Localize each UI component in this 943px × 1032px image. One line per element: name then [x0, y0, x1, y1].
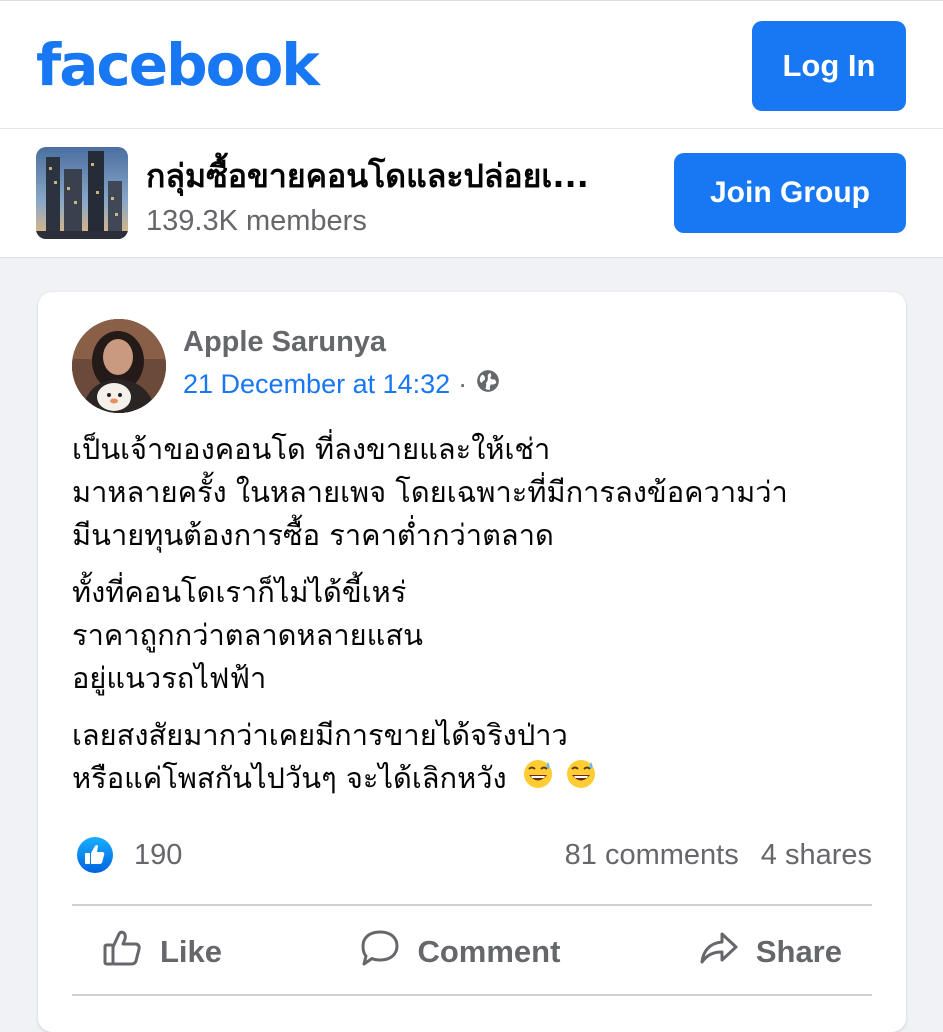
engagement-counts: 81 comments 4 shares [551, 839, 872, 872]
group-name[interactable]: กลุ่มซื้อขายคอนโดและปล่อยเ... [146, 151, 656, 202]
post-line: ราคาถูกกว่าตลาดหลายแสน [72, 618, 423, 652]
post-line: หรือแค่โพสกันไปวันๆ จะได้เลิกหวัง [72, 761, 507, 795]
speech-bubble-icon [359, 928, 417, 976]
author-avatar[interactable] [72, 319, 166, 413]
comment-button[interactable]: Comment [329, 920, 590, 984]
post-meta: 21 December at 14:32 · [183, 368, 501, 401]
post-paragraph: เป็นเจ้าของคอนโด ที่ลงขายและให้เช่า มาหล… [72, 428, 892, 557]
comment-count[interactable]: 81 comments [565, 839, 739, 871]
group-member-count: 139.3K members [146, 205, 367, 237]
share-label: Share [755, 934, 842, 969]
comment-label: Comment [417, 934, 561, 969]
post-line: มาหลายครั้ง ในหลายเพจ โดยเฉพาะที่มีการลง… [72, 475, 788, 509]
post-card: Apple Sarunya 21 December at 14:32 · เป็… [38, 292, 906, 1032]
post-author-name[interactable]: Apple Sarunya [183, 326, 386, 359]
grinning-sweat-emoji [522, 758, 554, 802]
group-header: กลุ่มซื้อขายคอนโดและปล่อยเ... 139.3K mem… [0, 128, 943, 258]
divider [72, 994, 872, 996]
reaction-count[interactable]: 190 [134, 839, 182, 872]
thumbs-up-icon [102, 928, 160, 976]
post-line: มีนายทุนต้องการซื้อ ราคาต่ำกว่าตลาด [72, 518, 554, 552]
join-group-button[interactable]: Join Group [674, 153, 906, 233]
post-line: เป็นเจ้าของคอนโด ที่ลงขายและให้เช่า [72, 432, 551, 466]
login-button[interactable]: Log In [752, 21, 906, 111]
post-stats: 190 81 comments 4 shares [72, 832, 872, 882]
share-arrow-icon [698, 928, 756, 976]
facebook-logo[interactable]: facebook [36, 31, 320, 99]
group-cover-image[interactable] [36, 147, 128, 239]
divider [72, 904, 872, 906]
like-button[interactable]: Like [72, 920, 252, 984]
grinning-sweat-emoji [565, 758, 597, 802]
meta-separator: · [458, 369, 468, 399]
post-line: ทั้งที่คอนโดเราก็ไม่ได้ขี้เหร่ [72, 575, 407, 609]
post-body: เป็นเจ้าของคอนโด ที่ลงขายและให้เช่า มาหล… [72, 428, 892, 816]
top-bar: facebook Log In [0, 0, 943, 129]
share-button[interactable]: Share [668, 920, 872, 984]
post-line: เลยสงสัยมากว่าเคยมีการขายได้จริงป่าว [72, 718, 568, 752]
post-paragraph: ทั้งที่คอนโดเราก็ไม่ได้ขี้เหร่ ราคาถูกกว… [72, 571, 892, 700]
like-label: Like [160, 934, 223, 969]
like-reaction-icon[interactable] [76, 836, 114, 874]
post-paragraph: เลยสงสัยมากว่าเคยมีการขายได้จริงป่าว หรื… [72, 714, 892, 802]
share-count[interactable]: 4 shares [761, 839, 872, 871]
post-actions: Like Comment Share [72, 912, 872, 992]
post-line: อยู่แนวรถไฟฟ้า [72, 661, 267, 695]
globe-icon [475, 368, 501, 401]
post-timestamp[interactable]: 21 December at 14:32 [183, 369, 450, 400]
post-line-with-emoji: หรือแค่โพสกันไปวันๆ จะได้เลิกหวัง [72, 757, 892, 802]
